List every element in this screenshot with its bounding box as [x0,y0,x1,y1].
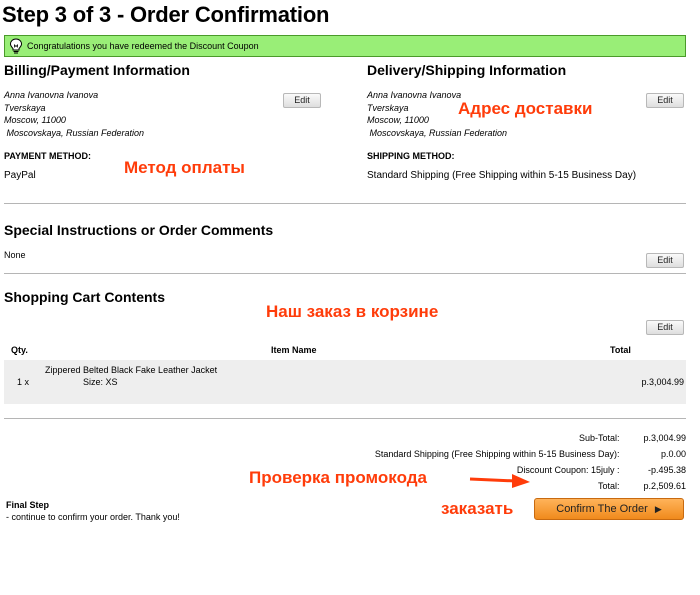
address-line: Moscovskaya, Russian Federation [367,127,508,138]
annotation-coupon-check: Проверка промокода [249,468,427,487]
total-value: -р.495.38 [647,465,686,475]
address-line: Moscovskaya, Russian Federation [4,127,145,138]
payment-method-label: PAYMENT METHOD: [4,151,92,161]
confirm-order-label: Confirm The Order [556,503,648,515]
item-name: Zippered Belted Black Fake Leather Jacke… [45,365,218,375]
divider [4,203,686,204]
column-item-name: Item Name [271,345,317,355]
edit-delivery-button[interactable]: Edit [646,93,684,108]
delivery-heading: Delivery/Shipping Information [367,62,567,78]
confirm-order-button[interactable]: Confirm The Order ▶ [534,498,684,520]
billing-heading: Billing/Payment Information [4,62,190,78]
total-value: р.3,004.99 [643,433,686,443]
annotation-cart: Наш заказ в корзине [266,302,439,321]
final-step-heading: Final Step [6,500,50,510]
totals-row: Total: р.2,509.61 [598,481,686,491]
lightbulb-icon [9,38,23,54]
column-qty: Qty. [11,345,28,355]
totals-row: Sub-Total: р.3,004.99 [579,433,686,443]
annotation-delivery-address: Адрес доставки [458,99,593,118]
comments-value: None [4,250,26,260]
edit-cart-button[interactable]: Edit [646,320,684,335]
edit-comments-button[interactable]: Edit [646,253,684,268]
total-value: р.0.00 [660,449,686,459]
annotation-payment-method: Метод оплаты [124,158,245,177]
divider [4,418,686,419]
annotation-order: заказать [441,499,514,518]
total-label: Standard Shipping (Free Shipping within … [374,449,620,459]
shipping-method-label: SHIPPING METHOD: [367,151,455,161]
item-attribute: Size: XS [83,377,118,387]
address-line: Tverskaya [4,102,46,113]
total-label: Sub-Total: [578,433,620,443]
totals-row: Discount Coupon: 15july : -р.495.38 [517,465,686,475]
shipping-method-value: Standard Shipping (Free Shipping within … [367,170,637,181]
address-line: Moscow, 11000 [4,115,66,125]
divider [4,273,686,274]
annotation-arrow-icon [469,474,530,488]
total-value: р.2,509.61 [643,481,686,491]
comments-heading: Special Instructions or Order Comments [4,222,274,238]
column-total: Total [610,345,631,355]
item-qty: 1 x [17,377,30,387]
item-total: р.3,004.99 [641,377,684,387]
billing-address: Anna Ivanovna Ivanova Tverskaya Moscow, … [4,89,144,139]
cart-heading: Shopping Cart Contents [4,289,165,305]
final-step-text: - continue to confirm your order. Thank … [6,512,180,522]
total-label: Total: [597,481,620,491]
play-arrow-icon: ▶ [654,504,662,514]
address-line: Anna Ivanovna Ivanova [4,90,99,100]
totals-row: Standard Shipping (Free Shipping within … [375,449,686,459]
cart-item-row: 1 x Zippered Belted Black Fake Leather J… [4,360,686,404]
edit-billing-button[interactable]: Edit [283,93,321,108]
notice-text: Congratulations you have redeemed the Di… [27,41,259,51]
coupon-success-notice: Congratulations you have redeemed the Di… [4,35,686,57]
payment-method-value: PayPal [4,170,36,181]
total-label: Discount Coupon: 15july : [516,465,620,475]
page-title: Step 3 of 3 - Order Confirmation [2,2,330,27]
